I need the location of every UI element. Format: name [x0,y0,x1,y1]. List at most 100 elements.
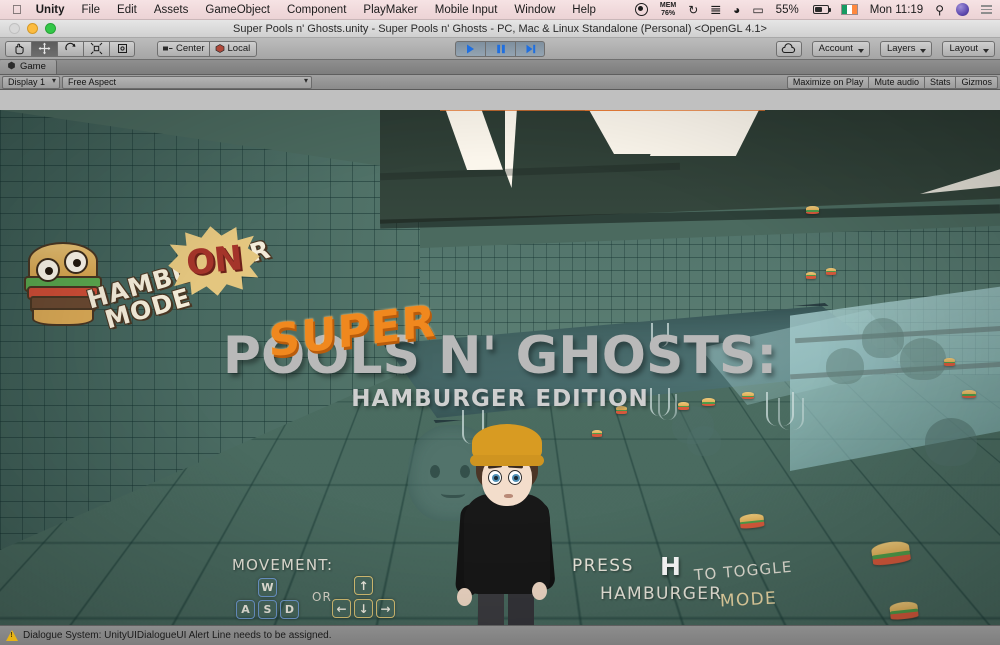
window-title: Super Pools n' Ghosts.unity - Super Pool… [0,23,1000,35]
layers-dropdown[interactable]: Layers [880,41,933,57]
hamburger-pickup [739,513,764,530]
hint-key-h: H [660,552,681,581]
transform-tool-group [5,41,135,57]
move-tool-button[interactable] [31,41,57,57]
gizmos-dropdown[interactable]: Gizmos [955,76,998,89]
hand-tool-button[interactable] [5,41,31,57]
mascot-eye [36,258,60,282]
memory-usage-indicator[interactable]: MEM 76% [660,2,676,17]
player-character [452,420,562,625]
menu-item-edit[interactable]: Edit [117,4,137,16]
key-d: D [280,600,299,619]
pivot-center-label: Center [176,43,205,54]
memory-value: 76% [661,10,675,18]
unity-editor-window: Super Pools n' Ghosts.unity - Super Pool… [0,20,1000,625]
account-dropdown[interactable]: Account [812,41,870,57]
movement-instructions: MOVEMENT: OR W A S D ↑ ← ↓ → [232,556,432,622]
pause-button[interactable] [485,41,515,57]
hamburger-mode-on-badge: ON [165,221,264,300]
player-eye [508,470,522,485]
aspect-ratio-dropdown[interactable]: Free Aspect [62,76,312,89]
player-hand-right [532,582,547,600]
unity-toolbar: Center Local Account [0,38,1000,60]
skylight-trim [585,110,765,111]
player-hoodie [464,494,550,594]
hint-press: PRESS [572,556,634,576]
menu-item-component[interactable]: Component [287,4,346,16]
step-button[interactable] [515,41,545,57]
title-subtitle: HAMBURGER EDITION [0,386,1000,412]
player-beanie [472,424,542,462]
movement-or-label: OR [312,590,332,604]
game-toolbar-right: Maximize on Play Mute audio Stats Gizmos [787,76,998,89]
player-eye [488,470,502,485]
hamburger-pickup [889,601,919,622]
wifi-icon[interactable]: ◕ [733,4,740,16]
ireland-flag-icon[interactable] [841,4,858,15]
notification-center-icon[interactable] [981,5,992,13]
player-hand-left [457,588,472,606]
key-s: S [258,600,277,619]
airplay-icon[interactable]: ▭ [752,4,763,16]
menu-item-window[interactable]: Window [514,4,555,16]
macos-menu-bar:  Unity File Edit Assets GameObject Comp… [0,0,1000,20]
game-view-canvas[interactable]: HAMBURGER MODE ON SUPER POOLS N' GHOSTS:… [0,110,1000,625]
panel-tab-strip: Game [0,60,1000,75]
tab-game[interactable]: Game [0,59,57,74]
warning-icon [6,630,18,641]
title-main: POOLS N' GHOSTS: [0,330,1000,382]
ghost-entity [687,426,721,456]
display-dropdown[interactable]: Display 1 [2,76,60,89]
hamburger-pickup [826,268,836,275]
hamburger-toggle-hint: PRESS H TO TOGGLE HAMBURGER MODE [572,556,862,622]
key-arrow-right: → [376,599,395,618]
hamburger-mode-badge-text: ON [184,238,243,284]
game-title-block: SUPER POOLS N' GHOSTS: HAMBURGER EDITION [0,306,1000,412]
game-scene: HAMBURGER MODE ON SUPER POOLS N' GHOSTS:… [0,110,1000,625]
menu-bar-clock[interactable]: Mon 11:19 [870,4,924,16]
status-bar[interactable]: Dialogue System: UnityUIDialogueUI Alert… [0,625,1000,645]
scale-tool-button[interactable] [83,41,109,57]
siri-icon[interactable] [956,3,969,16]
search-icon[interactable]: ⚲ [935,4,944,16]
maximize-on-play-toggle[interactable]: Maximize on Play [787,76,869,89]
apple-logo-icon[interactable]:  [12,3,22,16]
menu-item-mobile-input[interactable]: Mobile Input [435,4,498,16]
menu-item-unity[interactable]: Unity [36,4,65,16]
window-title-bar: Super Pools n' Ghosts.unity - Super Pool… [0,20,1000,38]
history-clock-icon[interactable]: ↻ [688,4,698,16]
hamburger-pickup [592,430,602,437]
handle-local-button[interactable]: Local [209,41,257,57]
creative-cloud-icon[interactable] [635,3,648,16]
layout-dropdown[interactable]: Layout [942,41,995,57]
menu-item-playmaker[interactable]: PlayMaker [363,4,417,16]
play-button[interactable] [455,41,485,57]
hint-mode: MODE [720,589,778,612]
bluetooth-icon[interactable]: 𝌆 [710,4,721,16]
menu-item-file[interactable]: File [82,4,101,16]
memory-label: MEM [660,2,676,10]
rect-transform-tool-button[interactable] [109,41,135,57]
rotate-tool-button[interactable] [57,41,83,57]
pivot-center-icon [163,44,173,53]
handle-local-label: Local [228,43,251,54]
stats-toggle[interactable]: Stats [924,76,956,89]
key-arrow-up: ↑ [354,576,373,595]
tab-game-label: Game [20,61,46,72]
menu-item-help[interactable]: Help [572,4,596,16]
hamburger-pickup [806,272,816,279]
menu-item-assets[interactable]: Assets [154,4,189,16]
toolbar-right-group: Account Layers Layout [776,41,995,57]
handle-local-icon [215,44,225,53]
menu-bar-status-items: MEM 76% ↻ 𝌆 ◕ ▭ 55% Mon 11:19 ⚲ [623,2,1000,17]
pivot-center-button[interactable]: Center [157,41,209,57]
hamburger-pickup [806,206,819,215]
hint-to-toggle: TO TOGGLE [693,558,793,585]
unity-cloud-button[interactable] [776,41,802,57]
battery-percent: 55% [776,4,799,16]
menu-item-gameobject[interactable]: GameObject [205,4,270,16]
mute-audio-toggle[interactable]: Mute audio [868,76,924,89]
battery-charging-icon[interactable] [811,5,829,14]
hint-hamburger: HAMBURGER [600,584,722,604]
pivot-handle-group: Center Local [157,41,257,57]
